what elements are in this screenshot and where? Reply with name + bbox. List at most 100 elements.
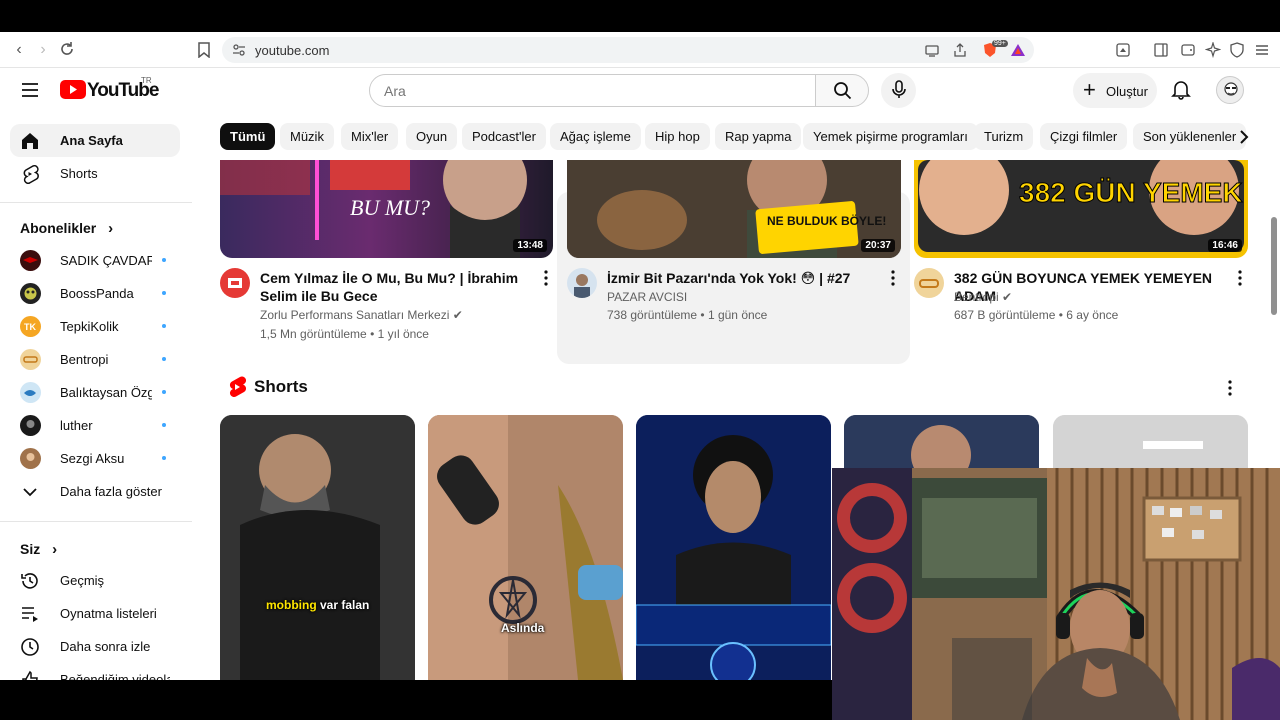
- channel-avatar[interactable]: [567, 268, 597, 298]
- address-bar[interactable]: youtube.com 99+: [222, 37, 1034, 63]
- plus-icon: +: [1083, 77, 1096, 102]
- sidebar-subscription[interactable]: luther: [10, 409, 180, 442]
- sidebar-item-liked[interactable]: Beğendiğim videolar: [10, 663, 180, 680]
- video-channel[interactable]: Bentropi ✔︎: [954, 288, 1012, 306]
- video-duration: 16:46: [1208, 239, 1242, 252]
- sidebar: Ana Sayfa Shorts Abonelikler › SADIK ÇAV…: [0, 112, 200, 680]
- bookmark-icon[interactable]: [197, 42, 213, 59]
- channel-avatar: TK: [20, 316, 41, 337]
- browser-menu-icon[interactable]: [1254, 42, 1270, 58]
- rewards-icon[interactable]: [1010, 42, 1026, 58]
- sidebar-item-shorts[interactable]: Shorts: [10, 157, 180, 190]
- short-thumbnail: [636, 415, 831, 680]
- microphone-icon: [892, 80, 906, 98]
- subscriptions-heading[interactable]: Abonelikler ›: [20, 220, 113, 237]
- show-more-label: Daha fazla göster: [60, 484, 162, 499]
- chip-tourism[interactable]: Turizm: [974, 123, 1034, 150]
- more-actions-icon[interactable]: [1238, 270, 1242, 286]
- thumb-text: 382 GÜN YEMEK YEMEDİ: [1019, 177, 1248, 208]
- scrollbar-thumb[interactable]: [1271, 217, 1277, 315]
- video-title[interactable]: Cem Yılmaz İle O Mu, Bu Mu? | İbrahim Se…: [260, 269, 535, 305]
- chevron-right-icon[interactable]: [1230, 123, 1258, 151]
- short-thumbnail: [428, 415, 623, 680]
- chip-cartoons[interactable]: Çizgi filmler: [1040, 123, 1128, 150]
- video-title[interactable]: İzmir Bit Pazarı'nda Yok Yok! 😳 | #27: [607, 269, 882, 287]
- reader-icon[interactable]: [1115, 42, 1131, 58]
- sidebar-divider: [0, 202, 192, 203]
- site-settings-icon[interactable]: [232, 43, 246, 57]
- youtube-header: YouTube TR + Oluştur: [0, 68, 1280, 112]
- share-icon[interactable]: [952, 42, 968, 58]
- sidebar-item-label: Beğendiğim videolar: [60, 672, 170, 680]
- shorts-section-header: Shorts: [228, 376, 1248, 402]
- sidebar-subscription[interactable]: Bentropi: [10, 343, 180, 376]
- account-avatar[interactable]: [1216, 76, 1244, 104]
- shorts-more-icon[interactable]: [1228, 380, 1232, 401]
- search-button[interactable]: [815, 74, 869, 107]
- home-icon: [20, 131, 40, 151]
- video-channel[interactable]: Zorlu Performans Sanatları Merkezi ✔︎: [260, 306, 463, 324]
- chip-mixes[interactable]: Mix'ler: [341, 123, 399, 150]
- sidebar-subscription[interactable]: TK TepkiKolik: [10, 310, 180, 343]
- sidebar-toggle-icon[interactable]: [1153, 42, 1169, 58]
- chip-music[interactable]: Müzik: [280, 123, 334, 150]
- channel-avatar[interactable]: [914, 268, 944, 298]
- video-duration: 13:48: [513, 239, 547, 252]
- create-button[interactable]: + Oluştur: [1073, 73, 1157, 108]
- vpn-icon[interactable]: [1229, 42, 1245, 58]
- chip-all[interactable]: Tümü: [220, 123, 276, 150]
- sidebar-item-watch-later[interactable]: Daha sonra izle: [10, 630, 180, 663]
- sidebar-item-history[interactable]: Geçmiş: [10, 564, 180, 597]
- more-actions-icon[interactable]: [544, 270, 548, 286]
- voice-search-button[interactable]: [881, 73, 916, 108]
- short-item[interactable]: mobbing var falan: [220, 415, 415, 680]
- more-actions-icon[interactable]: [891, 270, 895, 286]
- channel-name: PAZAR AVCISI: [607, 290, 688, 304]
- notifications-bell-icon[interactable]: [1170, 78, 1192, 100]
- new-content-dot: [162, 456, 166, 460]
- short-item[interactable]: Aslında: [428, 415, 623, 680]
- chip-podcasts[interactable]: Podcast'ler: [462, 123, 546, 150]
- chip-hip-hop[interactable]: Hip hop: [645, 123, 710, 150]
- chip-rap[interactable]: Rap yapma: [715, 123, 802, 150]
- like-icon: [20, 670, 40, 680]
- video-thumbnail[interactable]: BU MU? 13:48: [220, 160, 553, 258]
- video-channel[interactable]: PAZAR AVCISI: [607, 288, 687, 306]
- channel-avatar: [20, 448, 41, 469]
- hamburger-menu-icon[interactable]: [20, 83, 40, 97]
- video-thumbnail[interactable]: 382 GÜN YEMEK YEMEDİ 16:46: [914, 160, 1248, 258]
- webcam-overlay: [832, 468, 1280, 720]
- subscription-label: luther: [60, 418, 93, 433]
- forward-icon[interactable]: ›: [34, 41, 52, 59]
- sidebar-subscription[interactable]: Balıktaysan Özgü...: [10, 376, 180, 409]
- channel-avatar: [20, 250, 41, 271]
- sidebar-item-label: Daha sonra izle: [60, 639, 151, 654]
- sidebar-item-playlists[interactable]: Oynatma listeleri: [10, 597, 180, 630]
- sidebar-item-home[interactable]: Ana Sayfa: [10, 124, 180, 157]
- back-icon[interactable]: ‹: [10, 41, 28, 59]
- sidebar-divider: [0, 521, 192, 522]
- chip-gaming[interactable]: Oyun: [406, 123, 458, 150]
- cast-icon[interactable]: [924, 42, 940, 58]
- view-count: 1,5 Mn görüntüleme: [260, 327, 367, 341]
- sidebar-subscription[interactable]: Sezgi Aksu: [10, 442, 180, 475]
- leo-ai-icon[interactable]: [1204, 40, 1222, 59]
- video-thumbnail[interactable]: NE BULDUK BÖYLE! 20:37: [567, 160, 901, 258]
- chip-woodworking[interactable]: Ağaç işleme: [550, 123, 641, 150]
- history-icon: [20, 571, 40, 591]
- shorts-logo-icon: [228, 376, 247, 398]
- chip-cooking-shows[interactable]: Yemek pişirme programları: [803, 123, 978, 150]
- reload-icon[interactable]: [58, 41, 76, 59]
- sidebar-subscription[interactable]: SADIK ÇAVDAR: [10, 244, 180, 277]
- you-heading[interactable]: Siz ›: [20, 541, 57, 558]
- youtube-logo-icon[interactable]: [60, 78, 86, 102]
- thumb-text: BU MU?: [350, 195, 430, 220]
- channel-avatar[interactable]: [220, 268, 250, 298]
- short-caption: Aslında: [501, 621, 545, 635]
- show-more-button[interactable]: Daha fazla göster: [10, 475, 180, 508]
- short-item[interactable]: [636, 415, 831, 680]
- search-input[interactable]: [370, 75, 810, 106]
- create-label: Oluştur: [1106, 84, 1148, 99]
- sidebar-subscription[interactable]: BoossPanda: [10, 277, 180, 310]
- wallet-icon[interactable]: [1180, 42, 1196, 58]
